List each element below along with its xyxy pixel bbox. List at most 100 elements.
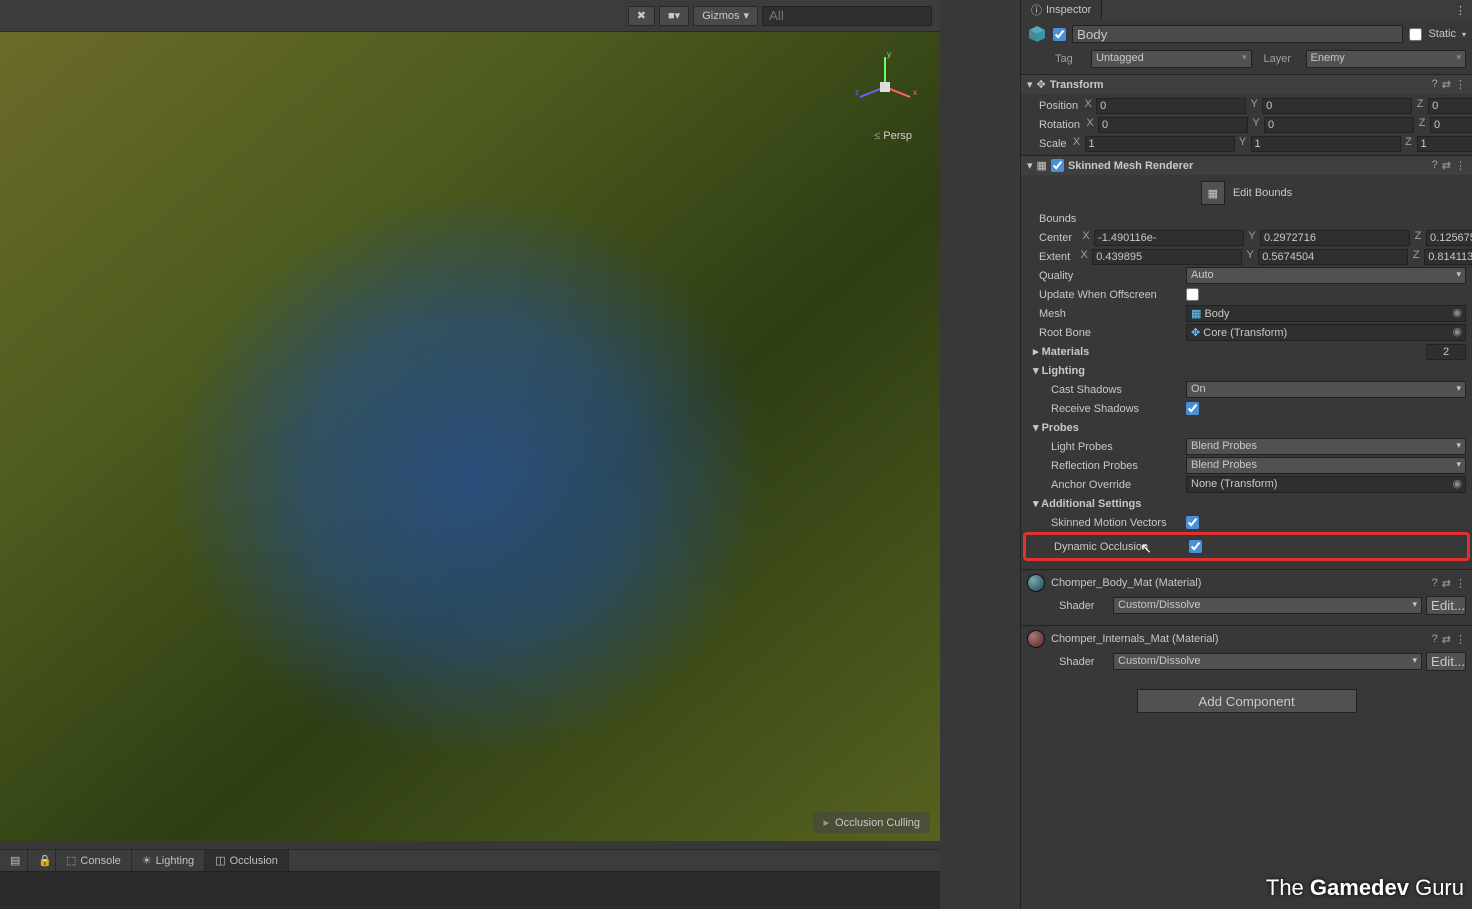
position-y[interactable] [1262,98,1412,114]
scene-view[interactable]: y z x ≤ Persp ▸Occlusion Culling [0,32,940,841]
shader-dropdown[interactable]: Custom/Dissolve [1113,653,1422,670]
inspector-panel: ⓘInspector ⋮ Static▾ Tag Untagged Layer … [1020,0,1472,909]
center-label: Center [1027,232,1076,244]
material-0-name: Chomper_Body_Mat (Material) [1051,577,1426,589]
dynamic-occlusion-checkbox[interactable] [1189,540,1202,553]
layer-dropdown[interactable]: Enemy [1306,50,1467,68]
position-x[interactable] [1096,98,1246,114]
svg-text:z: z [855,88,859,97]
center-y[interactable] [1260,230,1410,246]
scale-z[interactable] [1417,136,1472,152]
reflection-probes-label: Reflection Probes [1027,460,1182,472]
tag-dropdown[interactable]: Untagged [1091,50,1252,68]
extent-y[interactable] [1258,249,1408,265]
projection-label[interactable]: ≤ Persp [874,130,912,142]
menu-icon[interactable]: ⋮ [1455,159,1466,172]
shader-label: Shader [1059,656,1109,668]
lighting-foldout[interactable]: ▾ Lighting [1027,364,1085,377]
cast-shadows-dropdown[interactable]: On [1186,381,1466,398]
inspector-menu-icon[interactable]: ⋮ [1449,4,1472,17]
svg-text:x: x [913,88,917,97]
inspector-tab-bar: ⓘInspector ⋮ [1021,0,1472,20]
help-icon[interactable]: ? [1432,78,1438,91]
scene-search-input[interactable] [762,6,932,26]
shader-edit-button[interactable]: Edit... [1426,596,1466,615]
static-checkbox[interactable] [1409,28,1422,41]
transform-icon: ✥ [1037,78,1046,91]
help-icon[interactable]: ? [1432,159,1438,172]
material-1-name: Chomper_Internals_Mat (Material) [1051,633,1426,645]
menu-icon[interactable]: ⋮ [1455,78,1466,91]
receive-shadows-label: Receive Shadows [1027,403,1182,415]
materials-count[interactable]: 2 [1426,344,1466,360]
help-icon[interactable]: ? [1432,633,1438,646]
camera-icon[interactable]: ■▾ [659,6,689,26]
shader-label: Shader [1059,600,1109,612]
add-component-button[interactable]: Add Component [1137,689,1357,713]
preset-icon[interactable]: ⇄ [1442,577,1451,590]
bottom-icon-button[interactable]: ▤ [0,850,28,872]
bounds-label: Bounds [1027,213,1182,225]
scale-x[interactable] [1085,136,1235,152]
tab-inspector[interactable]: ⓘInspector [1021,0,1102,20]
center-x[interactable] [1094,230,1244,246]
gizmos-dropdown[interactable]: Gizmos ▾ [693,6,758,26]
game-object-header: Static▾ [1021,20,1472,48]
quality-label: Quality [1027,270,1182,282]
smr-enabled-checkbox[interactable] [1051,159,1064,172]
bottom-lock-icon[interactable]: 🔒 [28,850,56,872]
smr-icon: ▦ [1037,159,1047,172]
prefab-cube-icon[interactable] [1027,24,1047,44]
rotation-z[interactable] [1430,117,1472,133]
edit-bounds-tool-button[interactable]: ▦ [1201,181,1225,205]
menu-icon[interactable]: ⋮ [1455,633,1466,646]
foldout-icon[interactable]: ▾ [1027,78,1033,91]
light-probes-dropdown[interactable]: Blend Probes [1186,438,1466,455]
layer-label: Layer [1264,53,1302,65]
svg-text:y: y [887,50,891,59]
shader-dropdown[interactable]: Custom/Dissolve [1113,597,1422,614]
anchor-override-label: Anchor Override [1027,479,1182,491]
root-bone-field[interactable]: ✥ Core (Transform) [1186,324,1466,341]
center-z[interactable] [1426,230,1472,246]
help-icon[interactable]: ? [1432,577,1438,590]
foldout-icon[interactable]: ▾ [1027,159,1033,172]
bottom-tab-bar: ▤ 🔒 ⬚ Console ☀ Lighting ◫ Occlusion [0,849,940,871]
extent-label: Extent [1027,251,1074,263]
scale-y[interactable] [1251,136,1401,152]
preset-icon[interactable]: ⇄ [1442,159,1451,172]
shader-edit-button[interactable]: Edit... [1426,652,1466,671]
material-0: Chomper_Body_Mat (Material)? ⇄ ⋮ Shader Cus… [1021,569,1472,619]
preset-icon[interactable]: ⇄ [1442,78,1451,91]
tools-icon[interactable]: ✖ [628,6,655,26]
rotation-y[interactable] [1264,117,1414,133]
receive-shadows-checkbox[interactable] [1186,402,1199,415]
menu-icon[interactable]: ⋮ [1455,577,1466,590]
bottom-panel [0,871,940,909]
motion-vectors-checkbox[interactable] [1186,516,1199,529]
occlusion-culling-overlay[interactable]: ▸Occlusion Culling [813,812,930,833]
material-1: Chomper_Internals_Mat (Material)? ⇄ ⋮ Shad… [1021,625,1472,675]
tab-occlusion[interactable]: ◫ Occlusion [205,850,289,872]
extent-z[interactable] [1424,249,1472,265]
materials-foldout[interactable]: ▸ Materials [1027,345,1089,358]
gameobject-active-checkbox[interactable] [1053,28,1066,41]
mesh-field[interactable]: ▦ Body [1186,305,1466,322]
rotation-x[interactable] [1098,117,1248,133]
orientation-gizmo[interactable]: y z x [845,47,925,127]
reflection-probes-dropdown[interactable]: Blend Probes [1186,457,1466,474]
update-offscreen-checkbox[interactable] [1186,288,1199,301]
dynamic-occlusion-label: Dynamic Occlusion [1030,541,1185,553]
gameobject-name-field[interactable] [1072,25,1403,43]
anchor-override-field[interactable]: None (Transform) [1186,476,1466,493]
position-z[interactable] [1428,98,1472,114]
additional-settings-foldout[interactable]: ▾ Additional Settings [1027,497,1141,510]
extent-x[interactable] [1092,249,1242,265]
motion-vectors-label: Skinned Motion Vectors [1027,517,1182,529]
preset-icon[interactable]: ⇄ [1442,633,1451,646]
rotation-label: Rotation [1027,119,1080,131]
probes-foldout[interactable]: ▾ Probes [1027,421,1079,434]
tab-console[interactable]: ⬚ Console [56,850,132,872]
tab-lighting[interactable]: ☀ Lighting [132,850,205,872]
quality-dropdown[interactable]: Auto [1186,267,1466,284]
